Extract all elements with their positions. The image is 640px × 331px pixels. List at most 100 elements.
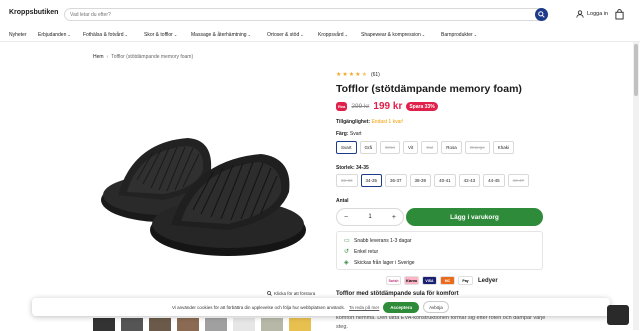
cookie-learn-more-link[interactable]: Ta reda på mer <box>349 305 379 310</box>
size-option[interactable]: 34-35 <box>360 174 383 187</box>
sale-badge: Rea <box>336 102 348 111</box>
mastercard-logo: MC <box>440 276 455 285</box>
availability-value: Endast 1 kvar! <box>371 119 404 125</box>
usp-item: ▭ Snabb leverans 1-3 dagar <box>344 235 535 246</box>
thumbnail[interactable] <box>261 318 283 331</box>
star-icon: ★ <box>336 72 342 78</box>
nav-item-fothalsa[interactable]: Fothälsa & fotvård⌄ <box>83 32 128 38</box>
product-info: ★ ★ ★ ★ ★ (61) Tofflor (stötdämpande mem… <box>336 0 546 331</box>
nav-item-massage[interactable]: Massage & återhämtning⌄ <box>191 32 251 38</box>
availability-label: Tillgänglighet: <box>336 119 371 125</box>
ledyer-logo: Ledyer <box>478 277 498 284</box>
usp-text: Snabb leverans 1-3 dagar <box>354 237 412 244</box>
color-options: Svart Grå Grön Vit Gul Rosa Orange Khaki <box>336 141 515 154</box>
visa-logo: VISA <box>422 276 437 285</box>
minus-button[interactable]: − <box>344 214 348 221</box>
new-price: 199 kr <box>373 101 403 112</box>
nav-item-ortoser[interactable]: Ortoser & stöd⌄ <box>267 32 304 38</box>
color-option[interactable]: Svart <box>336 141 357 154</box>
quantity-stepper: − 1 + <box>336 208 404 226</box>
size-option[interactable]: 32-33 <box>336 174 358 187</box>
star-half-icon: ★ <box>361 72 367 78</box>
thumbnail[interactable] <box>121 318 143 331</box>
color-option[interactable]: Orange <box>464 141 490 154</box>
slipper-image <box>101 138 306 256</box>
breadcrumb-home[interactable]: Hem <box>93 54 104 60</box>
nav-item-erbjudanden[interactable]: Erbjudanden⌄ <box>38 32 71 38</box>
usp-item: ↺ Enkel retur <box>344 246 535 257</box>
chevron-down-icon: ⌄ <box>300 32 304 37</box>
breadcrumb: Hem › Tofflor (stötdämpande memory foam) <box>93 54 193 60</box>
login-link[interactable]: Logga in <box>576 10 608 18</box>
color-option[interactable]: Vit <box>403 141 419 154</box>
thumbnail[interactable] <box>289 318 311 331</box>
cookie-accept-button[interactable]: Acceptera <box>383 301 420 313</box>
add-to-cart-button[interactable]: Lägg i varukorg <box>406 208 543 226</box>
chevron-down-icon: ⌄ <box>247 32 251 37</box>
payment-methods: Swish Klarna VISA MC Pay Ledyer <box>386 276 498 285</box>
cart-button[interactable] <box>615 9 624 22</box>
color-option[interactable]: Gul <box>421 141 439 154</box>
user-icon <box>576 10 584 18</box>
klarna-logo: Klarna <box>404 276 419 285</box>
color-option[interactable]: Grön <box>380 141 401 154</box>
truck-icon: ▭ <box>344 237 350 244</box>
cookie-text: Vi använder cookies för att förbättra di… <box>172 304 346 310</box>
star-icon: ★ <box>355 72 361 78</box>
product-title: Tofflor (stötdämpande memory foam) <box>336 83 522 95</box>
apple-pay-logo: Pay <box>458 276 473 285</box>
rating-count: (61) <box>370 72 380 78</box>
usp-text: Skickas från lager i Sverige <box>354 259 415 266</box>
old-price: 299 kr <box>351 103 370 110</box>
star-icon: ★ <box>342 72 348 78</box>
thumbnail-strip <box>93 318 319 331</box>
price-row: Rea 299 kr 199 kr Spara 33% <box>336 101 438 112</box>
size-option[interactable]: 36-37 <box>385 174 407 187</box>
thumbnail[interactable] <box>233 318 255 331</box>
thumbnail[interactable] <box>177 318 199 331</box>
chevron-down-icon: ⌄ <box>124 32 128 37</box>
return-icon: ↺ <box>344 248 350 255</box>
scrollbar-thumb[interactable] <box>634 44 638 96</box>
save-badge: Spara 33% <box>406 102 438 111</box>
plus-button[interactable]: + <box>392 214 396 221</box>
zoom-label: Klicka för att förstora <box>274 291 316 296</box>
size-option[interactable]: 44-45 <box>483 174 505 187</box>
color-option[interactable]: Grå <box>359 141 378 154</box>
thumbnail[interactable] <box>93 318 115 331</box>
color-option[interactable]: Khaki <box>492 141 515 154</box>
breadcrumb-separator: › <box>106 54 109 60</box>
nav-item-skor[interactable]: Skor & tofflor⌄ <box>144 32 177 38</box>
login-label: Logga in <box>587 11 609 17</box>
color-selected: Svart <box>349 131 362 137</box>
usp-text: Enkel retur <box>354 248 379 255</box>
color-label: Färg: Svart <box>336 131 362 137</box>
chevron-down-icon: ⌄ <box>67 32 71 37</box>
quantity-label: Antal <box>336 198 349 204</box>
cookie-decline-button[interactable]: Avböja <box>423 301 449 313</box>
logo[interactable]: Kroppsbutiken <box>9 9 58 16</box>
usp-box: ▭ Snabb leverans 1-3 dagar ↺ Enkel retur ◈… <box>336 231 543 270</box>
shopping-bag-icon <box>615 9 624 20</box>
thumbnail[interactable] <box>149 318 171 331</box>
scanner-widget[interactable] <box>607 305 629 325</box>
rating[interactable]: ★ ★ ★ ★ ★ (61) <box>336 72 380 78</box>
breadcrumb-current: Tofflor (stötdämpande memory foam) <box>111 54 194 60</box>
color-label-text: Färg: <box>336 131 349 137</box>
nav-item-nyheter[interactable]: Nyheter <box>9 32 27 38</box>
product-image[interactable] <box>93 80 316 290</box>
quantity-value[interactable]: 1 <box>368 214 371 220</box>
star-icon: ★ <box>348 72 355 78</box>
size-option[interactable]: 38-39 <box>409 174 432 187</box>
size-option[interactable]: 46-47 <box>507 174 530 187</box>
chevron-down-icon: ⌄ <box>173 32 178 37</box>
description-title: Tofflor med stötdämpande sula för komfor… <box>336 291 459 297</box>
size-option[interactable]: 42-43 <box>458 174 481 187</box>
zoom-button[interactable]: Klicka för att förstora <box>264 290 319 297</box>
thumbnail[interactable] <box>205 318 227 331</box>
size-option[interactable]: 40-41 <box>434 174 456 187</box>
color-option[interactable]: Rosa <box>441 141 462 154</box>
usp-item: ◈ Skickas från lager i Sverige <box>344 257 535 268</box>
description-text: komfort hemma. Den lätta EVA-konstruktio… <box>336 315 546 330</box>
swish-logo: Swish <box>386 276 401 285</box>
